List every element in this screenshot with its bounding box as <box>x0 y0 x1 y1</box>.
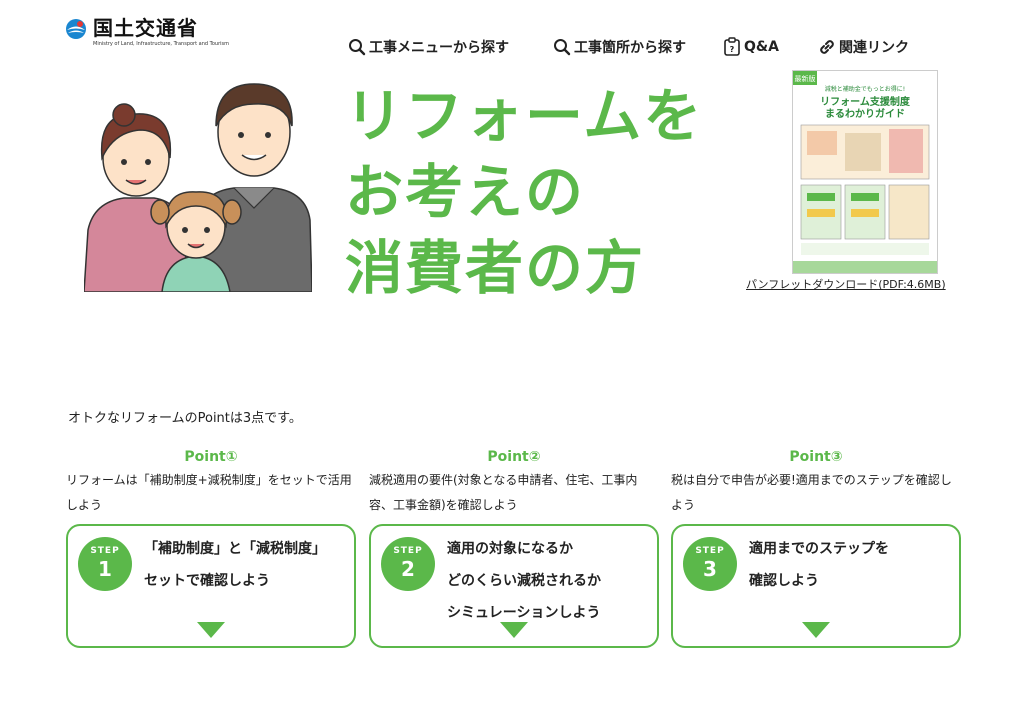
step-number: 1 <box>98 557 112 581</box>
pamphlet-tag: 最新版 <box>795 74 816 83</box>
step-number: 3 <box>703 557 717 581</box>
step-line: 適用までのステップを <box>749 541 889 557</box>
step-card[interactable]: STEP 3 適用までのステップを 確認しよう <box>671 524 961 648</box>
step-text: 適用の対象になるか どのくらい減税されるか シミュレーションしよう <box>447 533 601 629</box>
nav-item-label: 工事箇所から探す <box>574 40 686 56</box>
point-description: 減税適用の要件(対象となる申請者、住宅、工事内容、工事金額)を確認しよう <box>369 473 638 512</box>
nav-item-label: 関連リンク <box>839 40 909 56</box>
pamphlet-cover-image: 最新版 減税と補助金でもっとお得に! リフォーム支援制度 まるわかりガイド <box>793 71 937 273</box>
mlit-logo[interactable]: 国土交通省 Ministry of Land, Infrastructure, … <box>65 16 229 47</box>
step-text: 「補助制度」と「減税制度」 セットで確認しよう <box>144 533 326 597</box>
point-heading: Point② <box>487 449 541 465</box>
pamphlet-cover[interactable]: 最新版 減税と補助金でもっとお得に! リフォーム支援制度 まるわかりガイド <box>792 70 938 274</box>
link-icon <box>820 40 834 54</box>
point-description: 税は自分で申告が必要!適用までのステップを確認しよう <box>671 473 952 512</box>
logo-subtitle: Ministry of Land, Infrastructure, Transp… <box>93 41 230 47</box>
step-card[interactable]: STEP 2 適用の対象になるか どのくらい減税されるか シミュレーションしよう <box>369 524 659 648</box>
step-card[interactable]: STEP 1 「補助制度」と「減税制度」 セットで確認しよう <box>66 524 356 648</box>
hero-title-line: 消費者の方 <box>345 234 646 302</box>
step-badge: STEP 3 <box>683 537 737 591</box>
point-1: Point① リフォームは「補助制度+減税制度」をセットで活用しよう STEP … <box>66 446 356 648</box>
search-icon <box>554 39 571 56</box>
intro-text: オトクなリフォームのPointは3点です。 <box>68 411 302 426</box>
down-triangle-icon[interactable] <box>500 622 528 638</box>
point-3: Point③ 税は自分で申告が必要!適用までのステップを確認しよう STEP 3… <box>671 446 961 648</box>
step-label: STEP <box>695 546 725 556</box>
point-heading: Point③ <box>789 449 843 465</box>
step-line: 「補助制度」と「減税制度」 <box>144 541 326 557</box>
mlit-logo-mark-icon <box>66 19 86 39</box>
pamphlet-title-2: まるわかりガイド <box>825 107 905 120</box>
step-badge: STEP 1 <box>78 537 132 591</box>
step-line: 適用の対象になるか <box>447 541 573 557</box>
step-badge: STEP 2 <box>381 537 435 591</box>
search-icon <box>349 39 366 56</box>
point-2: Point② 減税適用の要件(対象となる申請者、住宅、工事内容、工事金額)を確認… <box>369 446 659 648</box>
nav-item-qa[interactable]: ? Q&A <box>723 37 818 57</box>
down-triangle-icon[interactable] <box>802 622 830 638</box>
nav-item-label: 工事メニューから探す <box>369 40 509 56</box>
step-label: STEP <box>90 546 120 556</box>
point-description: リフォームは「補助制度+減税制度」をセットで活用しよう <box>66 473 352 512</box>
hero-title-line: リフォームを <box>345 82 704 150</box>
step-text: 適用までのステップを 確認しよう <box>749 533 889 597</box>
header-nav: 工事メニューから探す 工事箇所から探す ? Q&A 関連リンク <box>348 37 909 57</box>
logo-title: 国土交通省 <box>93 16 198 40</box>
down-triangle-icon[interactable] <box>197 622 225 638</box>
point-heading: Point① <box>184 449 238 465</box>
step-line: どのくらい減税されるか <box>447 573 601 589</box>
hero-title: リフォームを お考えの 消費者の方 <box>345 78 703 306</box>
step-line: セットで確認しよう <box>144 573 270 589</box>
nav-item-menu-search[interactable]: 工事メニューから探す <box>348 37 553 57</box>
svg-text:?: ? <box>730 45 735 54</box>
mother-figure <box>84 103 189 292</box>
step-label: STEP <box>393 546 423 556</box>
nav-item-location-search[interactable]: 工事箇所から探す <box>553 37 723 57</box>
pamphlet-download-link[interactable]: パンフレットダウンロード(PDF:4.6MB) <box>746 276 946 292</box>
qa-icon: ? <box>724 37 740 56</box>
nav-item-label: Q&A <box>744 39 779 55</box>
pamphlet-subtitle: 減税と補助金でもっとお得に! <box>825 85 905 93</box>
family-illustration <box>84 83 312 292</box>
hero-title-line: お考えの <box>345 158 586 226</box>
step-line: 確認しよう <box>749 573 819 589</box>
step-number: 2 <box>401 557 415 581</box>
nav-item-links[interactable]: 関連リンク <box>818 37 909 57</box>
pamphlet-title-1: リフォーム支援制度 <box>820 95 911 108</box>
